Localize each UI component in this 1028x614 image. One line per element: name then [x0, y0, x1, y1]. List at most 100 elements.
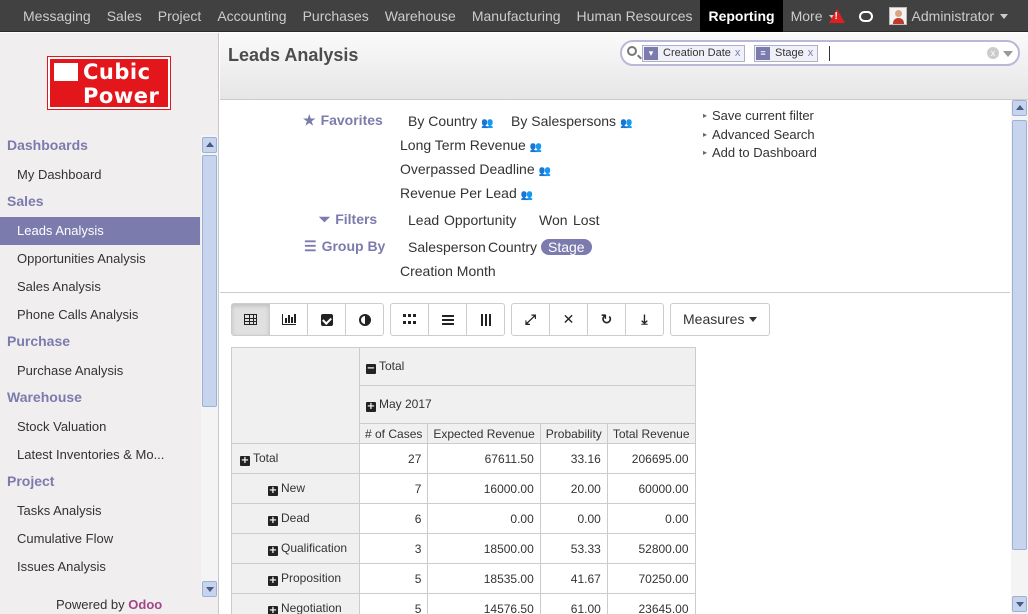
- expand-all-button[interactable]: ✕: [549, 303, 588, 336]
- filter-lost[interactable]: Lost: [573, 212, 599, 228]
- heatmap-button[interactable]: [307, 303, 346, 336]
- groupby-creation-month[interactable]: Creation Month: [400, 263, 496, 279]
- menu-purchases[interactable]: Purchases: [295, 0, 377, 32]
- facet-stage[interactable]: ≡ Stage x: [754, 45, 819, 62]
- search-input[interactable]: ▾ Creation Date x ≡ Stage x x: [620, 40, 1020, 66]
- company-logo[interactable]: Cubic Power: [47, 56, 171, 110]
- sidebar-item-sales-analysis[interactable]: Sales Analysis: [0, 273, 200, 301]
- scroll-down-icon[interactable]: [1012, 596, 1027, 612]
- page-title: Leads Analysis: [228, 45, 359, 65]
- sidebar-item-issues-analysis[interactable]: Issues Analysis: [0, 553, 200, 581]
- row-header-proposition[interactable]: + Proposition: [231, 563, 360, 594]
- favorite-by-country[interactable]: By Country 👥: [408, 113, 494, 129]
- cell: 61.00: [539, 593, 608, 614]
- sidebar-scrollbar[interactable]: [201, 135, 218, 597]
- facet-remove-icon[interactable]: x: [808, 47, 814, 59]
- sidebar-section-sales: Sales: [7, 193, 44, 209]
- groupby-salesperson[interactable]: Salesperson: [408, 239, 486, 255]
- flip-axis-button[interactable]: ⤢: [511, 303, 550, 336]
- col-header-group[interactable]: + May 2017: [359, 385, 696, 424]
- main-scrollbar[interactable]: [1011, 100, 1028, 614]
- facet-remove-icon[interactable]: x: [735, 47, 741, 59]
- measure-header-expected-revenue[interactable]: Expected Revenue: [427, 423, 541, 444]
- bar-chart-button[interactable]: [269, 303, 308, 336]
- chat-icon[interactable]: [858, 10, 873, 22]
- row-header-negotiation[interactable]: + Negotiation: [231, 593, 360, 614]
- menu-reporting[interactable]: Reporting: [700, 0, 783, 32]
- scrollbar-thumb[interactable]: [202, 155, 217, 407]
- user-name[interactable]: Administrator: [912, 8, 994, 24]
- sidebar-item-phone-calls-analysis[interactable]: Phone Calls Analysis: [0, 301, 200, 329]
- sidebar-section-dashboards: Dashboards: [7, 137, 88, 153]
- table-row: + Proposition 5 18535.00 41.67 70250.00: [231, 563, 696, 594]
- filter-lead[interactable]: Lead: [408, 212, 439, 228]
- users-icon: 👥: [538, 166, 552, 177]
- row-header-new[interactable]: + New: [231, 473, 360, 504]
- scroll-up-icon[interactable]: [202, 137, 217, 153]
- favorite-overpassed-deadline[interactable]: Overpassed Deadline 👥: [400, 161, 551, 177]
- menu-project[interactable]: Project: [150, 0, 210, 32]
- cell: 27: [358, 443, 429, 474]
- measure-header-probability[interactable]: Probability: [539, 423, 608, 444]
- menu-human-resources[interactable]: Human Resources: [569, 0, 701, 32]
- col-header-total[interactable]: − Total: [359, 347, 696, 386]
- add-to-dashboard-link[interactable]: Add to Dashboard: [703, 145, 817, 160]
- grid-button[interactable]: [390, 303, 429, 336]
- menu-manufacturing[interactable]: Manufacturing: [464, 0, 569, 32]
- contrast-button[interactable]: [345, 303, 384, 336]
- groupby-stage[interactable]: Stage: [541, 239, 592, 255]
- pivot-table-button[interactable]: [231, 303, 270, 336]
- avatar[interactable]: [888, 7, 907, 25]
- sidebar-item-cumulative-flow[interactable]: Cumulative Flow: [0, 525, 200, 553]
- facet-creation-date[interactable]: ▾ Creation Date x: [642, 45, 746, 62]
- row-header-dead[interactable]: + Dead: [231, 503, 360, 534]
- save-current-filter-link[interactable]: Save current filter: [703, 108, 814, 123]
- expand-icon: +: [268, 485, 278, 496]
- filter-opportunity[interactable]: Opportunity: [444, 212, 516, 228]
- measure-header-cases[interactable]: # of Cases: [358, 423, 429, 444]
- row-label: New: [281, 481, 306, 495]
- view-header: Leads Analysis ▾ Creation Date x ≡ Stage x…: [220, 33, 1028, 100]
- favorite-revenue-per-lead[interactable]: Revenue Per Lead 👥: [400, 185, 533, 201]
- scroll-down-icon[interactable]: [202, 581, 217, 597]
- sidebar-item-tasks-analysis[interactable]: Tasks Analysis: [0, 497, 200, 525]
- sidebar-item-latest-inventories[interactable]: Latest Inventories & Mo...: [0, 441, 200, 469]
- menu-more-label: More: [790, 8, 823, 24]
- chevron-down-icon[interactable]: [1000, 13, 1008, 19]
- row-header-total[interactable]: + Total: [231, 443, 360, 474]
- warning-icon[interactable]: [828, 9, 845, 23]
- actions-group: ⤢ ✕ ↻ ⤓: [511, 303, 664, 337]
- powered-by-text: Powered by: [56, 597, 125, 612]
- sidebar-item-opportunities-analysis[interactable]: Opportunities Analysis: [0, 245, 200, 273]
- scrollbar-thumb[interactable]: [1012, 120, 1027, 550]
- menu-sales[interactable]: Sales: [99, 0, 150, 32]
- search-dropdown-icon[interactable]: [1003, 51, 1013, 57]
- columns-button[interactable]: [466, 303, 505, 336]
- cell: 23645.00: [606, 593, 696, 614]
- cell: 70250.00: [606, 563, 696, 594]
- scroll-up-icon[interactable]: [1012, 100, 1027, 116]
- powered-by-brand[interactable]: Odoo: [128, 597, 162, 612]
- filter-won[interactable]: Won: [539, 212, 568, 228]
- reload-button[interactable]: ↻: [587, 303, 626, 336]
- sidebar-item-purchase-analysis[interactable]: Purchase Analysis: [0, 357, 200, 385]
- favorite-long-term-revenue[interactable]: Long Term Revenue 👥: [400, 137, 542, 153]
- download-button[interactable]: ⤓: [625, 303, 664, 336]
- users-icon: 👥: [620, 118, 633, 129]
- cell: 52800.00: [606, 533, 696, 564]
- menu-accounting[interactable]: Accounting: [209, 0, 294, 32]
- sidebar-item-my-dashboard[interactable]: My Dashboard: [0, 161, 200, 189]
- menu-messaging[interactable]: Messaging: [15, 0, 99, 32]
- menu-warehouse[interactable]: Warehouse: [377, 0, 464, 32]
- groupby-country[interactable]: Country: [488, 239, 537, 255]
- measures-dropdown[interactable]: Measures: [670, 303, 771, 336]
- measure-header-total-revenue[interactable]: Total Revenue: [606, 423, 696, 444]
- sidebar-item-leads-analysis[interactable]: Leads Analysis: [0, 217, 200, 245]
- advanced-search-link[interactable]: Advanced Search: [703, 127, 815, 142]
- row-header-qualification[interactable]: + Qualification: [231, 533, 360, 564]
- clear-search-icon[interactable]: x: [987, 47, 999, 59]
- sidebar-item-stock-valuation[interactable]: Stock Valuation: [0, 413, 200, 441]
- favorite-by-salespersons[interactable]: By Salespersons 👥: [511, 113, 633, 129]
- rows-button[interactable]: [428, 303, 467, 336]
- top-navbar: Messaging Sales Project Accounting Purch…: [0, 0, 1028, 32]
